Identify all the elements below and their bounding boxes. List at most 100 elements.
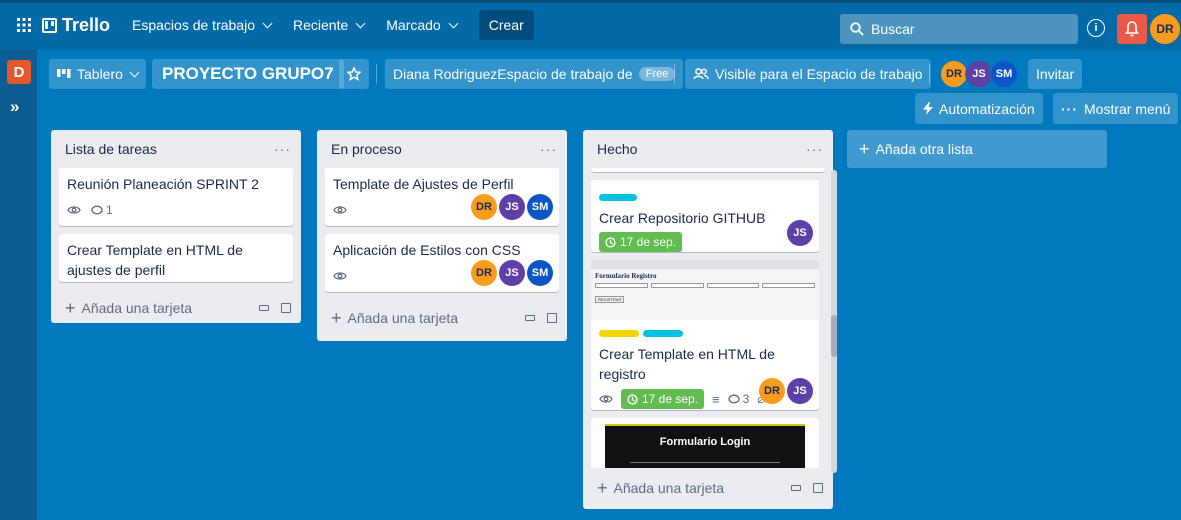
create-button[interactable]: Crear bbox=[478, 10, 534, 40]
card-title: Reunión Planeación SPRINT 2 bbox=[67, 176, 259, 192]
list-done: Hecho ··· Crear Repositorio GITHUB 17 de… bbox=[583, 130, 833, 509]
workspace-badge[interactable]: D bbox=[7, 60, 31, 84]
member-avatar[interactable]: SM bbox=[990, 60, 1018, 88]
add-card-label: Añada una tarjeta bbox=[613, 480, 725, 496]
card[interactable]: Crear Repositorio GITHUB 17 de sep. JS bbox=[591, 180, 819, 252]
card-template-icon[interactable] bbox=[525, 315, 535, 321]
member-avatar[interactable]: JS bbox=[499, 194, 525, 220]
card-template-icon[interactable] bbox=[791, 485, 801, 491]
member-avatar[interactable]: JS bbox=[787, 378, 813, 404]
card-cover: Formulario Login bbox=[605, 424, 805, 468]
list-menu-icon[interactable]: ··· bbox=[540, 141, 557, 157]
member-avatar[interactable]: JS bbox=[787, 220, 813, 246]
list-title[interactable]: En proceso bbox=[331, 141, 402, 157]
member-avatar[interactable]: SM bbox=[527, 260, 553, 286]
list-menu-icon[interactable]: ··· bbox=[806, 141, 823, 157]
member-avatar[interactable]: SM bbox=[527, 194, 553, 220]
template-icon[interactable] bbox=[281, 303, 291, 313]
invite-button[interactable]: Invitar bbox=[1028, 59, 1083, 89]
add-card-button[interactable]: + Añada una tarjeta bbox=[597, 478, 724, 499]
list-cards-scroll[interactable]: Crear Repositorio GITHUB 17 de sep. JS F… bbox=[583, 168, 833, 468]
card[interactable]: Crear Template en HTML de ajustes de per… bbox=[59, 234, 293, 282]
member-avatar[interactable]: JS bbox=[965, 60, 993, 88]
list-scroll-thumb[interactable] bbox=[831, 315, 837, 357]
chevron-down-icon bbox=[129, 67, 140, 77]
template-icon[interactable] bbox=[813, 483, 823, 493]
list-title[interactable]: Lista de tareas bbox=[65, 141, 157, 157]
card-cut[interactable] bbox=[591, 168, 825, 172]
clock-icon bbox=[627, 393, 638, 405]
cover-register-button: REGISTRAR bbox=[595, 296, 625, 303]
star-icon bbox=[347, 67, 361, 81]
card-title: Crear Repositorio GITHUB bbox=[599, 210, 766, 226]
expand-sidebar-button[interactable]: » bbox=[10, 97, 19, 117]
member-avatar[interactable]: JS bbox=[499, 260, 525, 286]
card[interactable]: Formulario Registro REGISTRAR Crear Temp… bbox=[591, 260, 819, 410]
nav-recent[interactable]: Reciente bbox=[285, 10, 372, 40]
cover-divider bbox=[630, 462, 780, 463]
trello-logo[interactable]: Trello bbox=[42, 15, 110, 36]
search-box[interactable] bbox=[840, 14, 1078, 44]
list-todo: Lista de tareas ··· Reunión Planeación S… bbox=[51, 130, 301, 323]
due-text: 17 de sep. bbox=[620, 235, 677, 249]
card-template-icon[interactable] bbox=[259, 305, 269, 311]
template-icon[interactable] bbox=[547, 313, 557, 323]
user-avatar[interactable]: DR bbox=[1150, 14, 1180, 44]
card[interactable]: Template de Ajustes de Perfil DR JS SM bbox=[325, 168, 559, 226]
add-list-label: Añada otra lista bbox=[875, 141, 973, 157]
add-card-row: + Añada una tarjeta bbox=[317, 300, 567, 336]
card[interactable]: Reunión Planeación SPRINT 2 1 bbox=[59, 168, 293, 226]
add-card-label: Añada una tarjeta bbox=[347, 310, 459, 326]
info-icon[interactable]: i bbox=[1087, 19, 1105, 37]
card-cover: Formulario Registro REGISTRAR bbox=[591, 260, 819, 320]
list-menu-icon[interactable]: ··· bbox=[274, 141, 291, 157]
divider bbox=[376, 64, 377, 84]
list-in-progress: En proceso ··· Template de Ajustes de Pe… bbox=[317, 130, 567, 341]
search-input[interactable] bbox=[871, 21, 1051, 37]
card-members: DR JS SM bbox=[471, 260, 553, 286]
bell-icon bbox=[1125, 21, 1139, 37]
board-view-switcher[interactable]: Tablero bbox=[49, 59, 146, 89]
list-title[interactable]: Hecho bbox=[597, 141, 637, 157]
member-avatar[interactable]: DR bbox=[759, 378, 785, 404]
due-date-badge[interactable]: 17 de sep. bbox=[621, 389, 705, 409]
top-edge bbox=[0, 0, 1181, 3]
nav-starred[interactable]: Marcado bbox=[378, 10, 464, 40]
cover-title: Formulario Registro bbox=[595, 272, 657, 280]
comment-icon bbox=[91, 205, 103, 214]
plus-icon: + bbox=[859, 138, 870, 159]
notifications-button[interactable] bbox=[1117, 14, 1147, 44]
add-card-row: + Añada una tarjeta bbox=[583, 468, 833, 508]
visibility-button[interactable]: Visible para el Espacio de trabajo bbox=[685, 59, 931, 89]
board-title[interactable]: PROYECTO GRUPO7 bbox=[152, 59, 344, 89]
due-date-badge[interactable]: 17 de sep. bbox=[599, 232, 683, 252]
member-avatar[interactable]: DR bbox=[471, 194, 497, 220]
left-sidebar bbox=[0, 50, 37, 520]
card[interactable]: Formulario Login bbox=[591, 418, 819, 468]
workspace-button[interactable]: Diana RodriguezEspacio de trabajo de Fre… bbox=[385, 59, 684, 89]
member-avatar[interactable]: DR bbox=[471, 260, 497, 286]
nav-label: Marcado bbox=[386, 17, 441, 33]
add-card-button[interactable]: + Añada una tarjeta bbox=[331, 308, 458, 329]
clock-icon bbox=[605, 236, 616, 248]
people-icon bbox=[693, 68, 709, 80]
label-cyan bbox=[599, 194, 637, 201]
add-list-button[interactable]: + Añada otra lista bbox=[847, 130, 1107, 168]
automation-button[interactable]: Automatización bbox=[915, 93, 1043, 124]
automation-label: Automatización bbox=[939, 100, 1035, 117]
show-menu-button[interactable]: ··· Mostrar menú bbox=[1053, 93, 1179, 124]
eye-icon bbox=[333, 272, 347, 280]
card[interactable]: Aplicación de Estilos con CSS DR JS SM bbox=[325, 234, 559, 292]
comments-count: 1 bbox=[106, 203, 113, 217]
plus-icon: + bbox=[331, 307, 342, 328]
apps-grid-icon[interactable] bbox=[10, 10, 38, 40]
member-avatar[interactable]: DR bbox=[940, 60, 968, 88]
nav-workspaces[interactable]: Espacios de trabajo bbox=[124, 10, 279, 40]
list-header[interactable]: Lista de tareas ··· bbox=[51, 130, 301, 168]
list-header[interactable]: Hecho ··· bbox=[583, 130, 833, 168]
divider bbox=[929, 64, 930, 84]
nav-label: Reciente bbox=[292, 17, 349, 33]
star-board-button[interactable] bbox=[339, 59, 369, 89]
list-header[interactable]: En proceso ··· bbox=[317, 130, 567, 168]
add-card-button[interactable]: + Añada una tarjeta bbox=[65, 298, 192, 319]
